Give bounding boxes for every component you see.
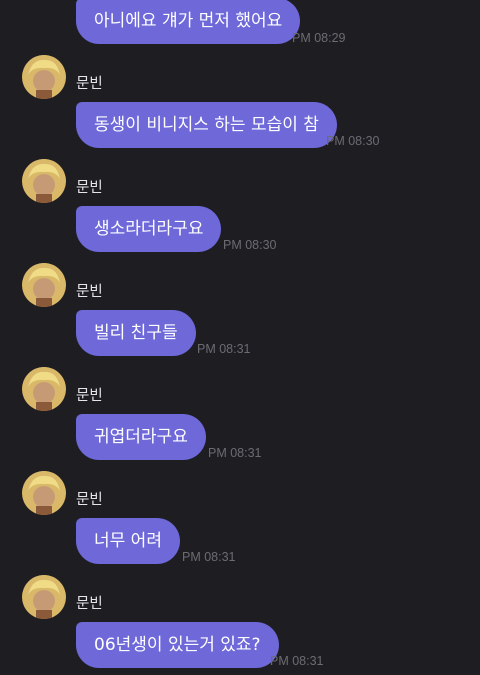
message-bubble[interactable]: 생소라더라구요 <box>76 206 222 252</box>
sender-name: 문빈 <box>76 596 103 612</box>
message-timestamp: PM 08:30 <box>223 238 277 252</box>
message-timestamp: PM 08:30 <box>326 134 380 148</box>
message-bubble[interactable]: 빌리 친구들 <box>76 310 196 356</box>
sender-name: 문빈 <box>76 180 103 196</box>
sender-name: 문빈 <box>76 284 103 300</box>
message-timestamp: PM 08:31 <box>182 550 236 564</box>
sender-avatar-icon[interactable] <box>22 471 66 515</box>
message-bubble[interactable]: 06년생이 있는거 있죠? <box>76 622 279 668</box>
message-bubble[interactable]: 너무 어려 <box>76 518 180 564</box>
sender-avatar-icon[interactable] <box>22 367 66 411</box>
chat-message-list[interactable]: 아니에요 걔가 먼저 했어요 PM 08:29 문빈 동생이 비니지스 하는 모… <box>0 0 480 675</box>
message-timestamp: PM 08:31 <box>270 654 324 668</box>
sender-avatar-icon[interactable] <box>22 263 66 307</box>
message-bubble[interactable]: 귀엽더라구요 <box>76 414 206 460</box>
sender-avatar-icon[interactable] <box>22 55 66 99</box>
message-bubble[interactable]: 아니에요 걔가 먼저 했어요 <box>76 0 301 44</box>
message-timestamp: PM 08:29 <box>292 31 346 45</box>
sender-avatar-icon[interactable] <box>22 575 66 619</box>
message-timestamp: PM 08:31 <box>208 446 262 460</box>
sender-name: 문빈 <box>76 76 103 92</box>
message-bubble[interactable]: 동생이 비니지스 하는 모습이 참 <box>76 102 337 148</box>
sender-name: 문빈 <box>76 388 103 404</box>
sender-name: 문빈 <box>76 492 103 508</box>
message-timestamp: PM 08:31 <box>197 342 251 356</box>
sender-avatar-icon[interactable] <box>22 159 66 203</box>
